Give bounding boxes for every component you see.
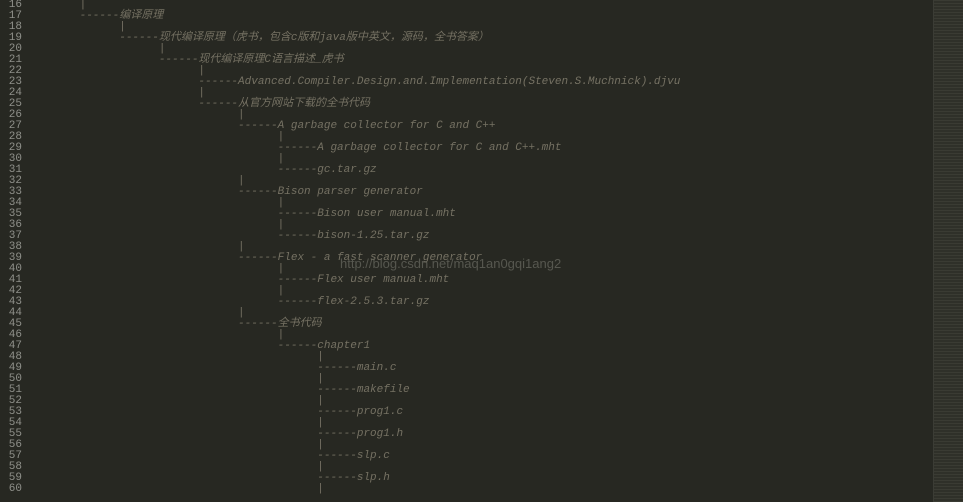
minimap-content	[934, 0, 963, 502]
line-number-gutter[interactable]: 1617181920212223242526272829303132333435…	[0, 0, 30, 502]
minimap[interactable]	[933, 0, 963, 502]
code-line: ------编译原理	[40, 11, 933, 22]
editor-container: 1617181920212223242526272829303132333435…	[0, 0, 963, 502]
code-line: ------现代编译原理（虎书，包含c版和java版中英文，源码，全书答案）	[40, 33, 933, 44]
line-number: 60	[0, 484, 22, 495]
code-area[interactable]: | ------编译原理 | ------现代编译原理（虎书，包含c版和java…	[30, 0, 933, 502]
code-line: |	[40, 484, 933, 495]
code-line: |	[40, 0, 933, 11]
